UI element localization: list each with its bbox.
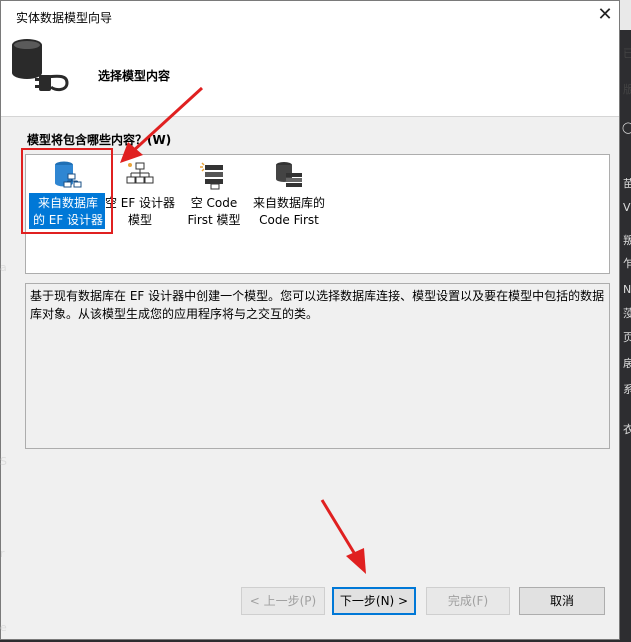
option-label: 来自数据库的 Code First [252, 196, 325, 227]
content-question-label: 模型将包含哪些内容？(W) [27, 133, 172, 147]
background-glyph: 扆 [623, 357, 631, 370]
background-glyph: 叛 [623, 234, 631, 247]
background-glyph: a [0, 261, 7, 274]
database-plug-icon [12, 39, 69, 92]
cancel-button[interactable]: 取消 [519, 587, 605, 615]
background-glyph: S [0, 455, 7, 468]
background-glyph: 系 [623, 383, 631, 396]
background-glyph: 苗 [623, 177, 631, 190]
annotation-highlight-box [21, 148, 113, 234]
background-glyph: 乍 [623, 257, 631, 270]
background-glyph: 衣 [623, 423, 631, 436]
background-glyph: e [0, 621, 7, 634]
background-glyph: 页 [623, 331, 631, 344]
option-code-first-from-database[interactable]: 来自数据库的 Code First [247, 155, 331, 239]
option-empty-code-first[interactable]: 空 Code First 模型 [172, 155, 256, 239]
option-description: 基于现有数据库在 EF 设计器中创建一个模型。您可以选择数据库连接、模型设置以及… [30, 289, 605, 321]
background-glyph: r [0, 547, 5, 560]
titlebar: 实体数据模型向导 ✕ [1, 1, 619, 31]
option-description-box: 基于现有数据库在 EF 设计器中创建一个模型。您可以选择数据库连接、模型设置以及… [25, 283, 610, 449]
background-glyph: 版 [623, 83, 631, 96]
close-button[interactable]: ✕ [591, 3, 619, 29]
window-title: 实体数据模型向导 [16, 11, 113, 25]
background-right-window [620, 0, 631, 642]
background-glyph: 莈 [623, 307, 631, 320]
wizard-header: 选择模型内容 [1, 31, 619, 117]
code-first-icon [200, 162, 223, 190]
finish-button[interactable]: 完成(F) [426, 587, 510, 615]
hierarchy-model-icon [126, 162, 154, 184]
page-title: 选择模型内容 [98, 69, 171, 83]
entity-data-model-wizard: 实体数据模型向导 ✕ 选择模型内容 模型将包含哪些内容？(W) 来自数据库 的 … [0, 0, 620, 640]
prev-button[interactable]: < 上一步(P) [241, 587, 325, 615]
next-button[interactable]: 下一步(N) > [332, 587, 416, 615]
background-glyph: 已 [623, 47, 631, 60]
background-glyph: ◯ [622, 121, 631, 134]
option-label: 空 Code First 模型 [187, 196, 241, 227]
background-glyph: V [623, 201, 631, 214]
background-right-titlebar [620, 0, 631, 30]
screen: 实体数据模型向导 ✕ 选择模型内容 模型将包含哪些内容？(W) 来自数据库 的 … [0, 0, 631, 642]
background-glyph: N [623, 283, 631, 296]
database-code-first-icon [276, 162, 302, 187]
